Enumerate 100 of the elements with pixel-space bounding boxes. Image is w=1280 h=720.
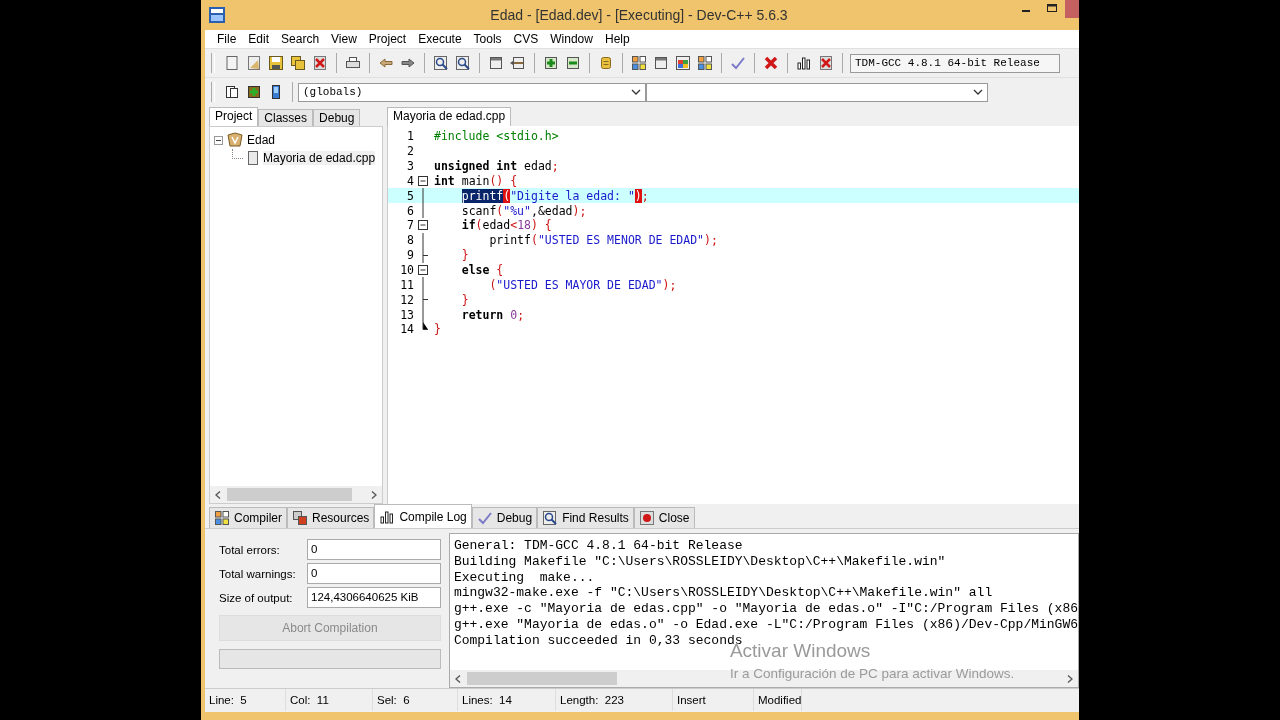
scope-select[interactable]: (globals): [298, 82, 646, 102]
redo-icon[interactable]: [400, 55, 416, 71]
find-icon[interactable]: [433, 55, 449, 71]
new-project-icon[interactable]: [224, 84, 240, 100]
stat-label: Total warnings:: [219, 567, 297, 580]
grid-icon: [214, 510, 230, 526]
menu-item[interactable]: Execute: [412, 32, 468, 46]
chart-icon[interactable]: [796, 55, 812, 71]
save-all-icon[interactable]: [290, 55, 306, 71]
save-icon[interactable]: [268, 55, 284, 71]
scroll-right-icon[interactable]: [1067, 674, 1073, 683]
line-number: 14: [399, 322, 414, 337]
panel-tab[interactable]: Debug: [471, 507, 538, 528]
panel-tab[interactable]: Compiler: [209, 507, 287, 528]
code-line: ("USTED ES MAYOR DE EDAD");: [488, 277, 677, 292]
panel-icon[interactable]: [510, 55, 526, 71]
log-line: Executing make...: [453, 569, 595, 586]
add-file-icon[interactable]: [543, 55, 559, 71]
check-icon[interactable]: [730, 55, 746, 71]
panel-tab[interactable]: Debug: [313, 109, 361, 126]
panel-tab[interactable]: Compile Log: [374, 504, 472, 528]
panel-tab[interactable]: Project: [209, 107, 259, 126]
panel-tab[interactable]: Find Results: [537, 507, 634, 528]
profile-icon[interactable]: [818, 55, 834, 71]
fold-toggle[interactable]: [418, 175, 428, 186]
undo-icon[interactable]: [378, 55, 394, 71]
remove-file-icon[interactable]: [565, 55, 581, 71]
rebuild-icon[interactable]: [697, 55, 713, 71]
menu-item[interactable]: Project: [362, 32, 413, 46]
compiler-select[interactable]: TDM-GCC 4.8.1 64-bit Release: [850, 53, 1060, 73]
compile-run-icon[interactable]: [675, 55, 691, 71]
menu-item[interactable]: CVS: [507, 32, 545, 46]
code-line: printf("Digite la edad: ");: [460, 188, 649, 203]
panel-tab[interactable]: Close: [633, 507, 695, 528]
line-number: 11: [399, 277, 414, 292]
status-field: Line: 5: [205, 689, 286, 711]
member-select[interactable]: [646, 82, 988, 102]
fold-toggle[interactable]: [418, 265, 428, 275]
code-line: scanf("%u",&edad);: [460, 203, 587, 218]
print-icon[interactable]: [345, 55, 361, 71]
status-field: Length: 223: [556, 689, 673, 711]
stat-field: 0: [307, 563, 441, 584]
project-icon: [227, 132, 243, 148]
run-icon[interactable]: [653, 55, 669, 71]
line-number: 3: [406, 159, 414, 174]
menu-item[interactable]: Help: [598, 32, 636, 46]
code-line: int main() {: [433, 173, 518, 188]
window-title: Edad - [Edad.dev] - [Executing] - Dev-C++ 5.6.3: [489, 7, 789, 23]
compile-icon[interactable]: [631, 55, 647, 71]
line-number: 12: [399, 292, 414, 307]
fold-toggle[interactable]: [418, 220, 428, 231]
code-line: #include <stdio.h>: [433, 129, 559, 144]
line-number: 2: [406, 144, 414, 159]
line-number: 6: [406, 203, 414, 218]
panel-tab[interactable]: Resources: [287, 507, 375, 528]
menu-item[interactable]: Window: [544, 32, 599, 46]
new-file-icon[interactable]: [224, 55, 240, 71]
code-line: }: [433, 322, 441, 337]
close-file-icon[interactable]: [312, 55, 328, 71]
horizontal-scrollbar[interactable]: [210, 486, 382, 503]
line-number: 10: [399, 263, 414, 277]
activation-text: Ir a Configuración de PC para activar Windows.: [729, 666, 1015, 681]
scroll-right-icon[interactable]: [371, 490, 377, 499]
status-field: Insert: [673, 689, 754, 711]
panel-tab[interactable]: Classes: [258, 109, 314, 126]
menu-item[interactable]: Search: [275, 32, 326, 46]
code-line: }: [460, 292, 469, 307]
horizontal-scrollbar[interactable]: [449, 670, 1078, 687]
menu-item[interactable]: View: [325, 32, 363, 46]
code-line: if(edad<18) {: [460, 218, 552, 233]
scroll-left-icon[interactable]: [215, 490, 221, 499]
menu-item[interactable]: File: [211, 32, 243, 46]
line-number: 1: [406, 129, 414, 144]
find-icon: [542, 510, 559, 526]
status-field: Sel: 6: [373, 689, 458, 711]
scroll-left-icon[interactable]: [454, 674, 461, 683]
collapse-toggle[interactable]: [214, 135, 223, 145]
file-tab[interactable]: Mayoria de edad.cpp: [387, 107, 512, 126]
bookmark-icon[interactable]: [598, 55, 614, 71]
line-number: 13: [399, 307, 414, 322]
windows-icon: [292, 510, 308, 526]
log-line: General: TDM-GCC 4.8.1 64-bit Release: [453, 538, 743, 554]
replace-icon[interactable]: [455, 55, 471, 71]
stat-label: Total errors:: [219, 543, 281, 556]
line-number: 8: [406, 233, 414, 248]
tree-item[interactable]: Mayoria de edad.cpp: [263, 151, 376, 165]
window-icon[interactable]: [488, 55, 504, 71]
code-line: }: [460, 248, 469, 263]
menu-item[interactable]: Edit: [242, 32, 276, 46]
open-file-icon[interactable]: [246, 55, 262, 71]
stat-field: 0: [307, 539, 441, 560]
code-line: printf("USTED ES MENOR DE EDAD");: [488, 233, 718, 248]
app-icon: [209, 7, 225, 23]
stop-icon[interactable]: [763, 55, 779, 71]
code-line: return 0;: [460, 307, 525, 322]
add-project-icon[interactable]: [246, 84, 262, 100]
log-line: g++.exe -c "Mayoria de edas.cpp" -o "Mayoria de edas.o" -I"C:/Program Files (x86: [453, 601, 1078, 617]
menu-item[interactable]: Tools: [467, 32, 508, 46]
chart-icon: [379, 508, 396, 525]
tree-item[interactable]: Edad: [247, 133, 276, 147]
